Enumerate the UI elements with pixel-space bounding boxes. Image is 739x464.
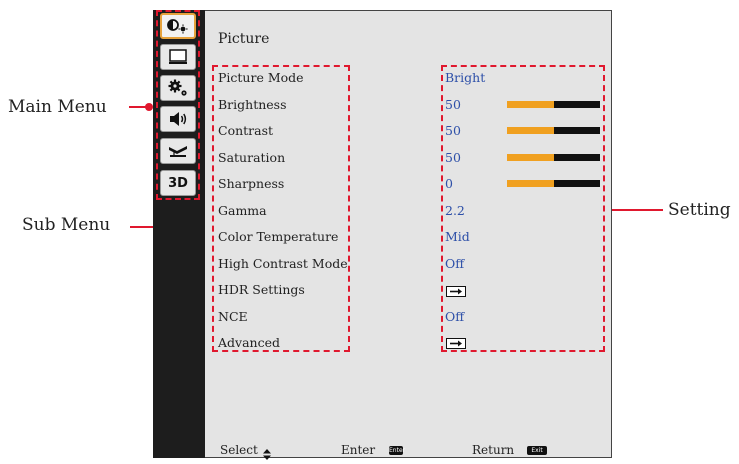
menu-title: Picture	[218, 31, 270, 47]
main-menu-highlight-box	[156, 10, 200, 200]
setting-callout-line	[608, 209, 663, 211]
main-menu-callout-dot	[145, 103, 153, 111]
setting-callout: Setting	[668, 200, 731, 220]
sub-menu-highlight-box	[212, 65, 350, 352]
sub-menu-callout: Sub Menu	[22, 215, 111, 235]
footer-enter-label: Enter	[341, 443, 376, 457]
select-updown-icon	[262, 445, 272, 464]
setting-highlight-box	[441, 65, 605, 352]
main-menu-callout: Main Menu	[8, 97, 107, 117]
footer-select-label: Select	[220, 443, 258, 457]
exit-key-icon: Exit	[527, 446, 547, 455]
enter-key-icon: Enter	[389, 446, 406, 455]
footer-return-label: Return	[472, 443, 515, 457]
